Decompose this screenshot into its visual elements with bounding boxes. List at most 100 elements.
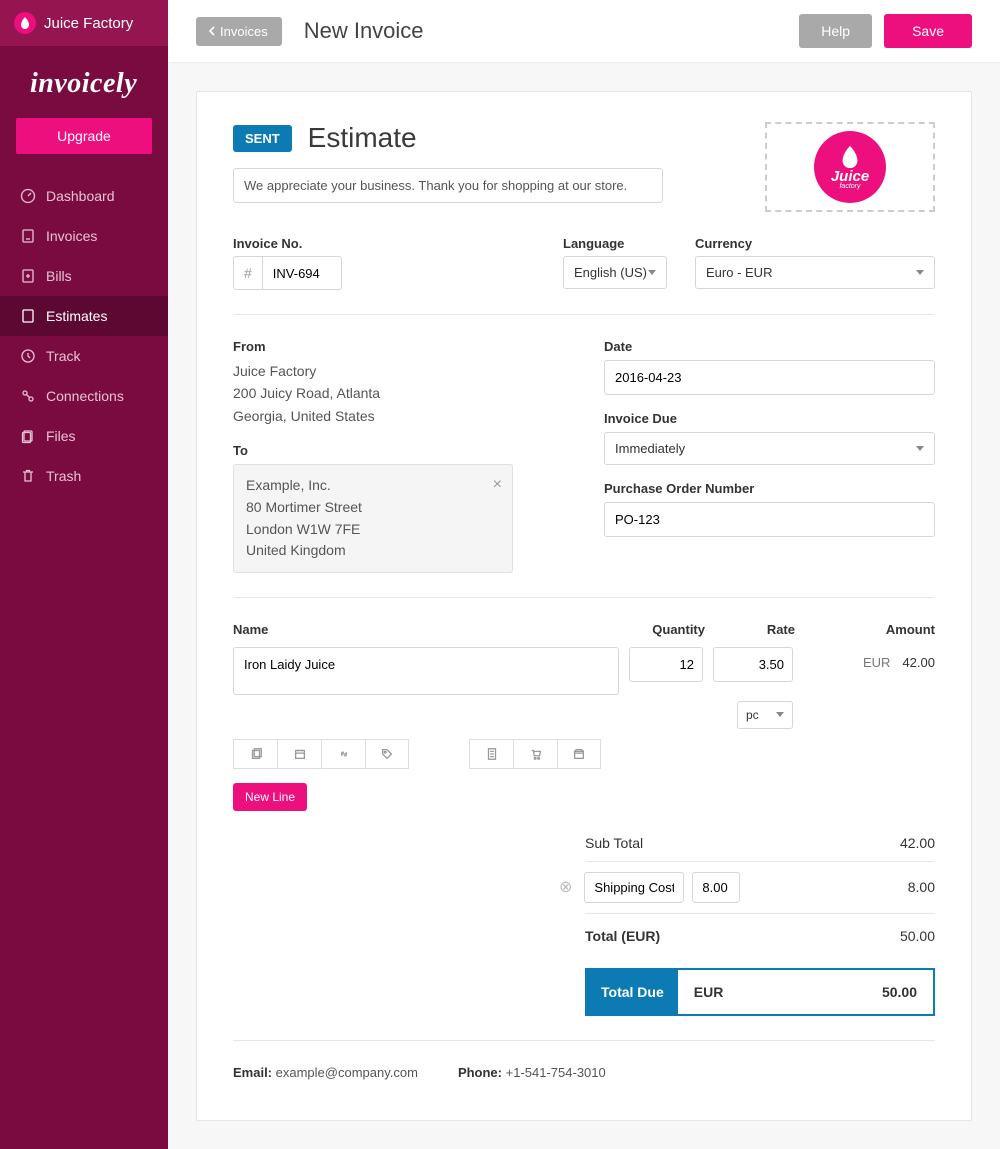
nav-invoices[interactable]: Invoices bbox=[0, 216, 168, 256]
receipt-button[interactable] bbox=[469, 739, 513, 769]
receipt-icon bbox=[485, 747, 499, 761]
sidebar: Juice Factory invoicely Upgrade Dashboar… bbox=[0, 0, 168, 1149]
line-item-row: Iron Laidy Juice EUR 42.00 bbox=[233, 647, 935, 695]
currency-select[interactable]: Euro - EUR bbox=[695, 256, 935, 289]
nav-trash[interactable]: Trash bbox=[0, 456, 168, 496]
invoice-due-select[interactable]: Immediately bbox=[604, 432, 935, 465]
divider bbox=[233, 1040, 935, 1041]
col-rate-label: Rate bbox=[713, 622, 803, 637]
nav-list: Dashboard Invoices Bills Estimates Track… bbox=[0, 176, 168, 496]
cart-button[interactable] bbox=[513, 739, 557, 769]
nav-label: Dashboard bbox=[46, 188, 115, 204]
app-logo: invoicely bbox=[0, 46, 168, 118]
nav-connections[interactable]: Connections bbox=[0, 376, 168, 416]
totals-table: Sub Total 42.00 ⊗ 8.00 Total (EUR) bbox=[585, 825, 935, 1016]
unit-value: pc bbox=[746, 708, 759, 722]
chevron-down-icon bbox=[916, 270, 924, 275]
nav-dashboard[interactable]: Dashboard bbox=[0, 176, 168, 216]
from-address: Juice Factory 200 Juicy Road, Atlanta Ge… bbox=[233, 360, 564, 427]
language-select[interactable]: English (US) bbox=[563, 256, 667, 289]
nav-bills[interactable]: Bills bbox=[0, 256, 168, 296]
total-due-amount: 50.00 bbox=[882, 984, 917, 1000]
subtotal-label: Sub Total bbox=[585, 835, 900, 851]
nav-label: Invoices bbox=[46, 228, 97, 244]
cart-icon bbox=[529, 747, 543, 761]
invoice-no-label: Invoice No. bbox=[233, 236, 342, 251]
logo-upload-box[interactable]: Juice factory bbox=[765, 122, 935, 212]
from-region: Georgia, United States bbox=[233, 405, 564, 427]
copy-button[interactable] bbox=[233, 739, 277, 769]
po-input[interactable] bbox=[604, 502, 935, 537]
total-value: 50.00 bbox=[900, 928, 935, 944]
close-icon[interactable]: × bbox=[493, 473, 502, 498]
nav-files[interactable]: Files bbox=[0, 416, 168, 456]
brand-bar: Juice Factory bbox=[0, 0, 168, 46]
document-icon bbox=[20, 308, 36, 324]
nav-track[interactable]: Track bbox=[0, 336, 168, 376]
nav-estimates[interactable]: Estimates bbox=[0, 296, 168, 336]
doc-type-title: Estimate bbox=[308, 122, 417, 154]
status-badge: SENT bbox=[233, 125, 292, 152]
shipping-name-input[interactable] bbox=[584, 872, 684, 903]
col-qty-label: Quantity bbox=[629, 622, 713, 637]
hash-prefix: # bbox=[233, 256, 262, 290]
back-label: Invoices bbox=[220, 24, 268, 39]
language-label: Language bbox=[563, 236, 667, 251]
email-label: Email: bbox=[233, 1065, 272, 1080]
chevron-down-icon bbox=[648, 270, 656, 275]
from-label: From bbox=[233, 339, 564, 354]
calendar-icon bbox=[293, 747, 307, 761]
tag-button[interactable] bbox=[365, 739, 409, 769]
invoice-no-input[interactable] bbox=[262, 256, 342, 290]
chevron-down-icon bbox=[776, 712, 784, 717]
line-header: Name Quantity Rate Amount bbox=[233, 622, 935, 637]
po-label: Purchase Order Number bbox=[604, 481, 935, 496]
currency-value: Euro - EUR bbox=[706, 265, 772, 280]
divider bbox=[233, 597, 935, 598]
subtotal-value: 42.00 bbox=[900, 835, 935, 851]
divider bbox=[233, 314, 935, 315]
to-address-box[interactable]: × Example, Inc. 80 Mortimer Street Londo… bbox=[233, 464, 513, 573]
remove-shipping-icon[interactable]: ⊗ bbox=[559, 877, 572, 897]
currency-label: Currency bbox=[695, 236, 935, 251]
document-icon bbox=[20, 228, 36, 244]
to-city: London W1W 7FE bbox=[246, 519, 500, 541]
item-qty-input[interactable] bbox=[629, 647, 703, 682]
message-input[interactable] bbox=[233, 168, 663, 203]
chevron-down-icon bbox=[916, 446, 924, 451]
unit-select[interactable]: pc bbox=[737, 701, 793, 729]
item-rate-input[interactable] bbox=[713, 647, 793, 682]
box-button[interactable] bbox=[557, 739, 601, 769]
nav-label: Connections bbox=[46, 388, 124, 404]
to-street: 80 Mortimer Street bbox=[246, 497, 500, 519]
col-name-label: Name bbox=[233, 622, 629, 637]
back-button[interactable]: Invoices bbox=[196, 17, 282, 46]
gauge-icon bbox=[20, 188, 36, 204]
nav-label: Trash bbox=[46, 468, 81, 484]
help-button[interactable]: Help bbox=[799, 14, 872, 48]
save-button[interactable]: Save bbox=[884, 14, 972, 48]
shipping-amount-input[interactable] bbox=[692, 872, 740, 903]
upgrade-button[interactable]: Upgrade bbox=[16, 118, 152, 154]
nav-label: Estimates bbox=[46, 308, 107, 324]
to-country: United Kingdom bbox=[246, 540, 500, 562]
invoice-card: SENT Estimate Juice factory bbox=[196, 91, 972, 1121]
item-amount-cell: EUR 42.00 bbox=[803, 647, 935, 670]
to-label: To bbox=[233, 443, 564, 458]
phone-label: Phone: bbox=[458, 1065, 502, 1080]
item-name-input[interactable]: Iron Laidy Juice bbox=[233, 647, 619, 695]
brand-logo-icon bbox=[14, 12, 36, 34]
new-line-button[interactable]: New Line bbox=[233, 783, 307, 811]
topbar: Invoices New Invoice Help Save bbox=[168, 0, 1000, 63]
date-input[interactable] bbox=[604, 360, 935, 395]
email-value: example@company.com bbox=[276, 1065, 418, 1080]
chevron-left-icon bbox=[208, 26, 216, 36]
to-name: Example, Inc. bbox=[246, 475, 500, 497]
footer-contact: Email: example@company.com Phone: +1-541… bbox=[233, 1065, 935, 1080]
link-button[interactable] bbox=[321, 739, 365, 769]
page-title: New Invoice bbox=[304, 18, 424, 44]
from-street: 200 Juicy Road, Atlanta bbox=[233, 382, 564, 404]
calendar-button[interactable] bbox=[277, 739, 321, 769]
main: Invoices New Invoice Help Save SENT Esti… bbox=[168, 0, 1000, 1149]
trash-icon bbox=[20, 468, 36, 484]
